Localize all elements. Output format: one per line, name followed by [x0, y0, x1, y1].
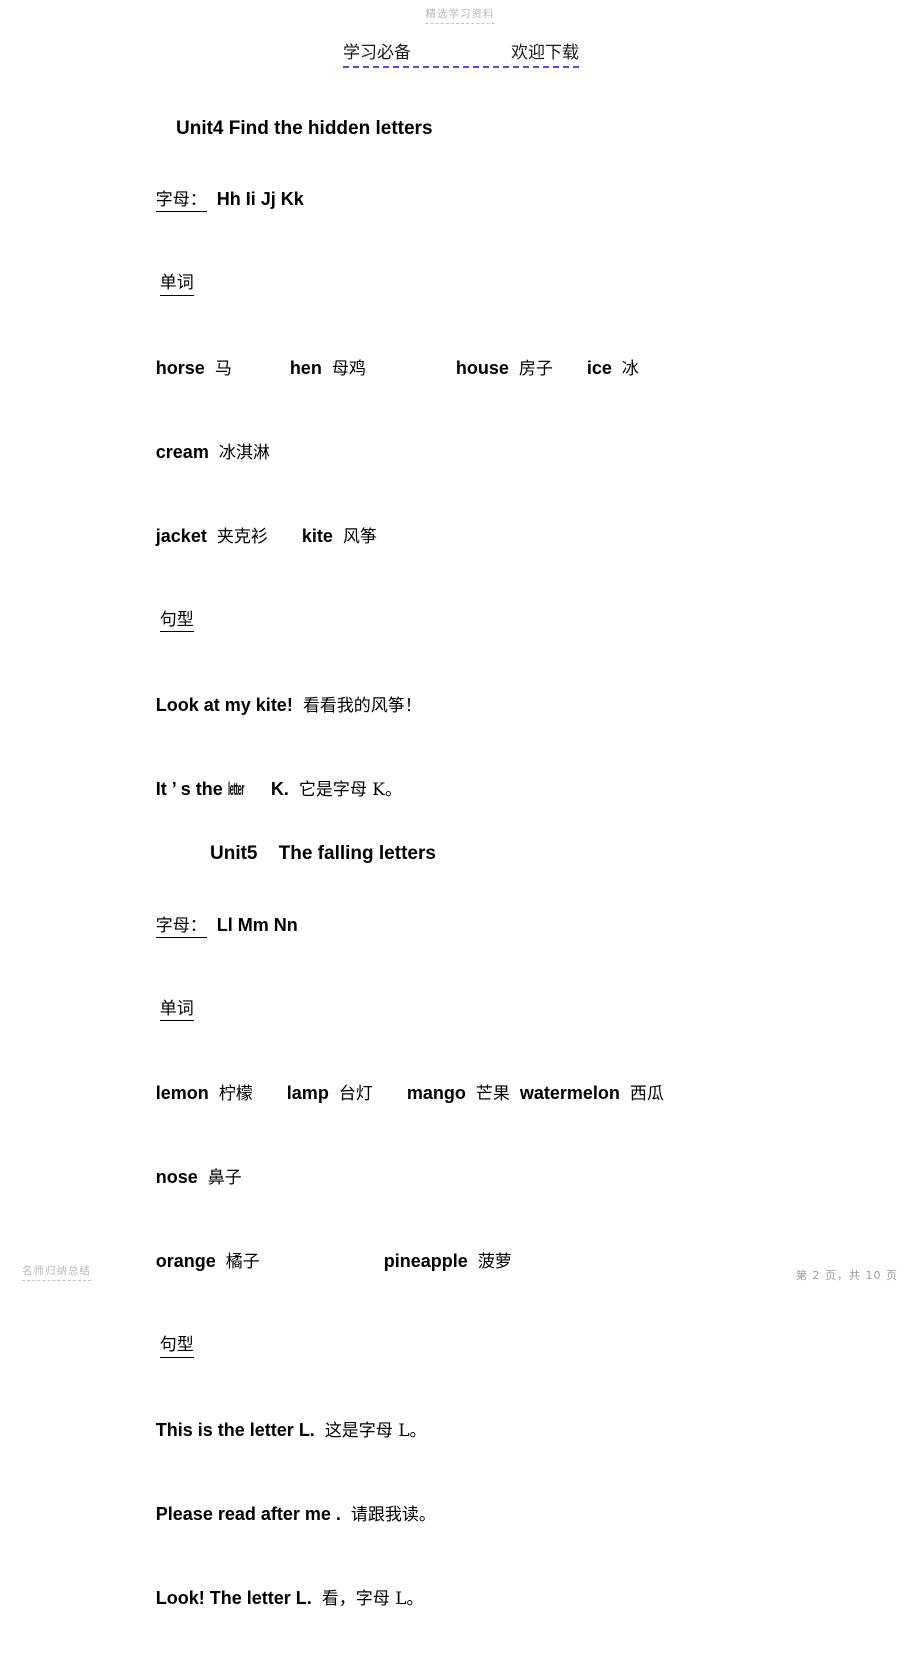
unit5-sentence-label: 句型 [159, 1335, 194, 1358]
unit5-sentence-label-line: 句型 [138, 1316, 838, 1377]
sentence-en-overlap: letter [227, 778, 244, 799]
word-cn: 西瓜 [629, 1084, 664, 1105]
unit5-words-label: 单词 [159, 999, 194, 1021]
sentence-en: Look at my kite! [155, 694, 293, 715]
page-header-left: 学习必备 [343, 43, 411, 63]
word-cn: 鼻子 [207, 1168, 242, 1189]
unit5-sentence-3: Look! The letter L. 看，字母 L。 [138, 1569, 838, 1629]
word-cn: 台灯 [338, 1084, 373, 1105]
word-en: cream [155, 441, 209, 462]
word-cn: 柠檬 [218, 1084, 253, 1105]
unit5-letters-label: 字母： [155, 915, 207, 938]
unit5-word-row-2: nose 鼻子 [138, 1148, 838, 1208]
unit4-sentence-label: 句型 [159, 610, 194, 633]
word-en: jacket [155, 525, 207, 546]
word-cn: 冰 [621, 358, 639, 379]
unit4-letters-line: 字母： Hh Ii Jj Kk [138, 170, 838, 230]
word-cn: 橘子 [225, 1252, 260, 1273]
sentence-cn: 它是字母 K。 [298, 779, 402, 800]
word-cn: 芒果 [475, 1084, 510, 1105]
sentence-cn: 看，字母 L。 [321, 1588, 424, 1609]
word-cn: 房子 [518, 358, 553, 379]
unit4-words-label: 单词 [159, 273, 194, 296]
word-cn: 马 [214, 358, 232, 379]
word-cn: 夹克衫 [216, 526, 268, 547]
word-cn: 菠萝 [477, 1252, 512, 1273]
sentence-en-part-b: K. [265, 778, 289, 799]
word-en: house [455, 357, 509, 378]
word-cn: 母鸡 [331, 358, 366, 379]
watermark-bottom-left: 名师归纳总结 [22, 1263, 91, 1281]
sentence-cn: 请跟我读。 [350, 1504, 436, 1525]
word-en: nose [155, 1167, 198, 1188]
unit5-sentence-2: Please read after me . 请跟我读。 [138, 1485, 838, 1545]
unit5-letters-line: 字母： Ll Mm Nn [138, 895, 838, 955]
sentence-cn: 看看我的风筝！ [302, 695, 422, 716]
word-en: pineapple [383, 1251, 468, 1272]
word-en: horse [155, 357, 205, 378]
unit4-sentence-2: It ’ s the letter K. 它是字母 K。 [138, 759, 838, 819]
document-content: Unit4 Find the hidden letters 字母： Hh Ii J… [138, 118, 838, 1653]
sentence-en: Please read after me . [155, 1503, 341, 1524]
word-en: orange [155, 1251, 216, 1272]
unit4-words-label-line: 单词 [138, 254, 838, 315]
word-cn: 风筝 [342, 526, 377, 547]
unit4-word-row-2: cream 冰淇淋 [138, 423, 838, 483]
sentence-en: Look! The letter L. [155, 1587, 312, 1608]
unit4-word-row-3: jacket 夹克衫 kite 风筝 [138, 507, 838, 567]
word-cn: 冰淇淋 [218, 442, 270, 463]
word-en: watermelon [519, 1083, 620, 1104]
unit4-sentence-1: Look at my kite! 看看我的风筝！ [138, 675, 838, 735]
sentence-cn: 这是字母 L。 [324, 1420, 427, 1441]
word-en: mango [406, 1083, 466, 1104]
sentence-en-part-a: It ’ s the [155, 778, 228, 799]
unit5-words-label-line: 单词 [138, 979, 838, 1040]
unit4-word-row-1: horse 马 hen 母鸡 house 房子 ice 冰 [138, 339, 838, 399]
word-en: lamp [286, 1083, 329, 1104]
word-en: kite [301, 525, 333, 546]
word-en: lemon [155, 1083, 209, 1104]
word-en: ice [586, 357, 612, 378]
unit4-letters-label: 字母： [155, 190, 207, 213]
page-header-right: 欢迎下载 [511, 43, 579, 63]
unit5-title: Unit5 The falling letters [210, 843, 436, 865]
unit4-sentence-label-line: 句型 [138, 591, 838, 652]
unit5-sentence-1: This is the letter L. 这是字母 L。 [138, 1401, 838, 1461]
word-en: hen [289, 357, 322, 378]
unit5-word-row-1: lemon 柠檬 lamp 台灯 mango 芒果 watermelon 西瓜 [138, 1064, 838, 1124]
page-header: 学习必备 欢迎下载 [343, 38, 579, 68]
unit4-letters-value: Hh Ii Jj Kk [216, 189, 304, 210]
document-page: { "watermarks": { "top": "精选学习资料", "bott… [0, 0, 920, 1609]
unit4-title: Unit4 Find the hidden letters [176, 118, 433, 139]
unit5-letters-value: Ll Mm Nn [216, 914, 298, 935]
sentence-en: This is the letter L. [155, 1419, 315, 1440]
unit5-word-row-3: orange 橘子 pineapple 菠萝 [138, 1232, 838, 1292]
watermark-top: 精选学习资料 [425, 6, 495, 24]
